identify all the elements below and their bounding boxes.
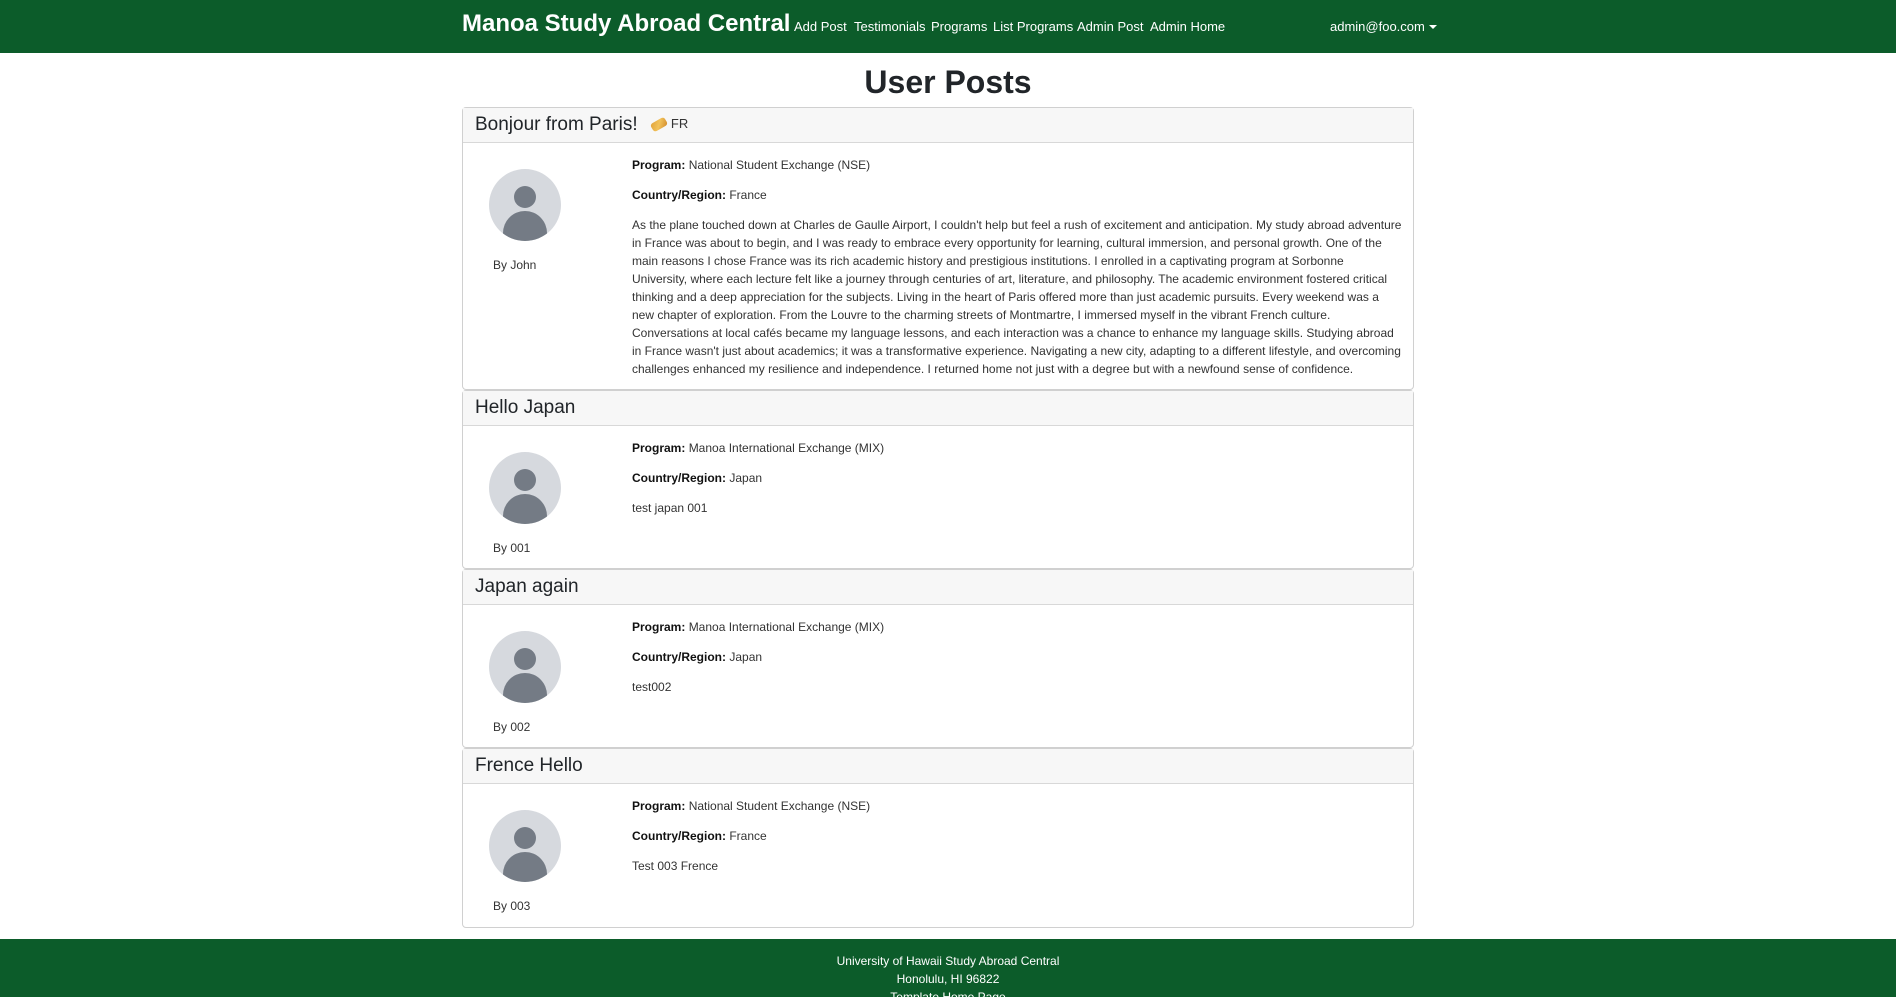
program-label: Program: <box>632 620 686 634</box>
country-value: Japan <box>729 471 763 485</box>
post-program: Program: Manoa International Exchange (M… <box>632 441 884 455</box>
program-value: National Student Exchange (NSE) <box>688 158 871 172</box>
footer-template-link[interactable]: Template Home Page <box>0 988 1896 997</box>
program-label: Program: <box>632 441 686 455</box>
footer-address: Honolulu, HI 96822 <box>896 972 1000 986</box>
bandage-icon <box>649 116 669 133</box>
post-card: Frence Hello By 003 Program: National St… <box>462 748 1414 928</box>
country-label: Country/Region: <box>632 650 726 664</box>
post-header: Japan again <box>463 570 1413 605</box>
post-country: Country/Region: France <box>632 188 767 202</box>
post-content: As the plane touched down at Charles de … <box>632 218 1402 376</box>
post-title: Hello Japan <box>475 397 576 418</box>
nav-list-programs[interactable]: List Programs <box>993 19 1073 34</box>
program-label: Program: <box>632 158 686 172</box>
post-card: Bonjour from Paris! FR By John Program: … <box>462 107 1414 390</box>
country-value: Japan <box>729 650 763 664</box>
post-author: By 002 <box>493 720 531 734</box>
program-value: National Student Exchange (NSE) <box>688 799 871 813</box>
post-program: Program: National Student Exchange (NSE) <box>632 158 870 172</box>
post-content: test002 <box>632 680 672 694</box>
navbar: Manoa Study Abroad Central Add Post Test… <box>0 0 1896 53</box>
post-content: test japan 001 <box>632 501 708 515</box>
post-author: By 003 <box>493 899 531 913</box>
post-header: Hello Japan <box>463 391 1413 426</box>
nav-admin-post[interactable]: Admin Post <box>1077 19 1143 34</box>
post-card: Hello Japan By 001 Program: Manoa Intern… <box>462 390 1414 569</box>
post-program: Program: National Student Exchange (NSE) <box>632 799 870 813</box>
nav-testimonials[interactable]: Testimonials <box>854 19 926 34</box>
program-value: Manoa International Exchange (MIX) <box>688 441 885 455</box>
post-header: Bonjour from Paris! FR <box>463 108 1413 143</box>
post-title: Bonjour from Paris! <box>475 114 638 135</box>
post-card: Japan again By 002 Program: Manoa Intern… <box>462 569 1414 748</box>
post-title: Japan again <box>475 576 579 597</box>
avatar <box>489 169 561 241</box>
program-label: Program: <box>632 799 686 813</box>
program-value: Manoa International Exchange (MIX) <box>688 620 885 634</box>
page-title: User Posts <box>864 64 1032 100</box>
footer: University of Hawaii Study Abroad Centra… <box>0 939 1896 997</box>
post-program: Program: Manoa International Exchange (M… <box>632 620 884 634</box>
country-label: Country/Region: <box>632 829 726 843</box>
footer-university: University of Hawaii Study Abroad Centra… <box>836 954 1060 968</box>
post-country: Country/Region: Japan <box>632 471 762 485</box>
nav-programs[interactable]: Programs <box>931 19 987 34</box>
avatar <box>489 452 561 524</box>
avatar <box>489 810 561 882</box>
post-country: Country/Region: France <box>632 829 767 843</box>
user-email: admin@foo.com <box>1330 19 1425 34</box>
country-label: Country/Region: <box>632 188 726 202</box>
post-title: Frence Hello <box>475 755 583 776</box>
post-country: Country/Region: Japan <box>632 650 762 664</box>
post-content: Test 003 Frence <box>632 859 719 873</box>
avatar <box>489 631 561 703</box>
post-author: By 001 <box>493 541 531 555</box>
country-flag: FR <box>649 116 689 133</box>
nav-add-post[interactable]: Add Post <box>794 19 847 34</box>
country-value: France <box>729 829 767 843</box>
post-header: Frence Hello <box>463 749 1413 784</box>
caret-down-icon <box>1428 25 1437 29</box>
user-dropdown[interactable]: admin@foo.com <box>1330 19 1437 34</box>
brand-link[interactable]: Manoa Study Abroad Central <box>462 10 790 38</box>
flag-code: FR <box>670 116 689 131</box>
post-author: By John <box>493 258 537 272</box>
country-value: France <box>729 188 767 202</box>
country-label: Country/Region: <box>632 471 726 485</box>
nav-admin-home[interactable]: Admin Home <box>1150 19 1225 34</box>
